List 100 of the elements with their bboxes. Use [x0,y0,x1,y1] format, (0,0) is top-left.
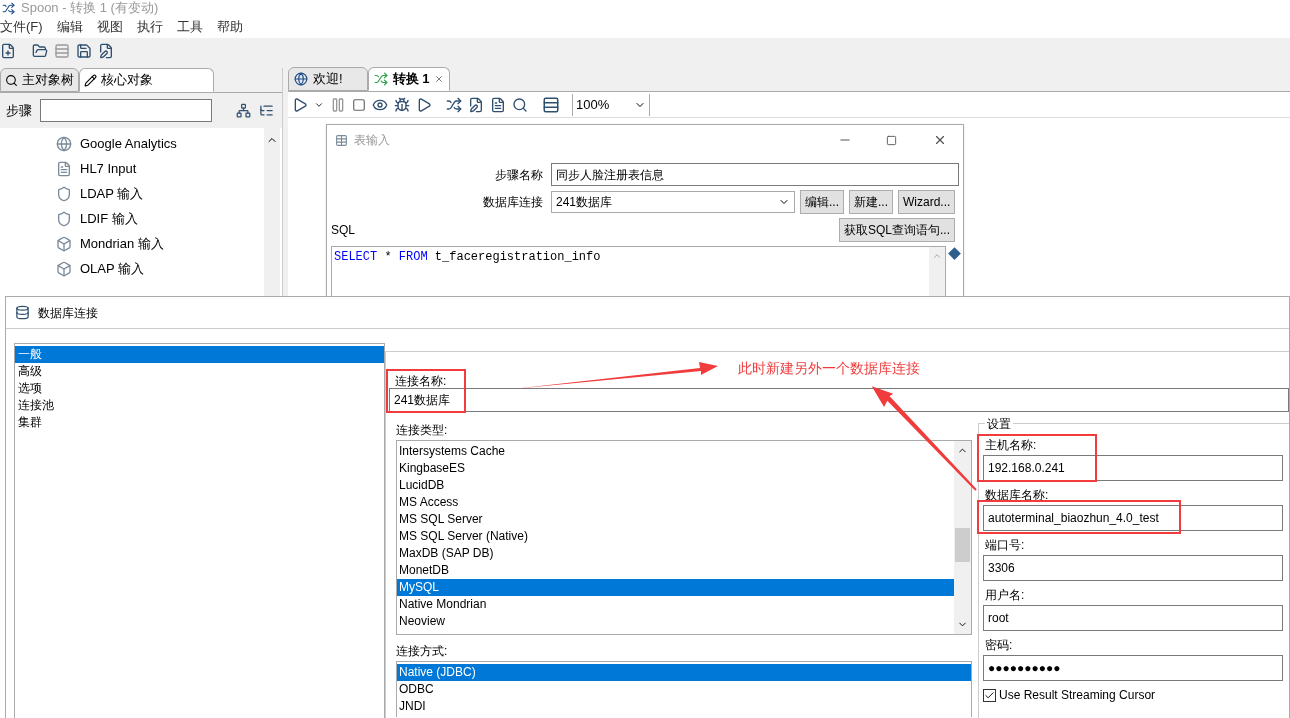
sql-code: SELECT * FROM t_faceregistration_info [334,250,601,264]
type-item[interactable]: MySQL [397,579,954,596]
zoom-select[interactable]: 100% [572,93,650,116]
connection-select[interactable]: 241数据库 [551,191,795,213]
step-item[interactable]: LDAP 输入 [80,183,144,204]
settings-field[interactable]: root [983,605,1283,631]
save-as-icon [98,43,114,59]
type-item[interactable]: Neoview [397,613,954,630]
field-label: 密码: [984,637,1014,654]
checkbox[interactable] [983,688,996,702]
impact-icon [468,96,484,113]
section-item[interactable]: 一般 [15,346,384,363]
search-field[interactable] [40,99,212,122]
sql-icon [490,96,506,113]
menu-item[interactable]: 执行 [136,17,163,37]
access-item[interactable]: Native (JDBC) [397,664,971,681]
check-icon [984,689,995,701]
type-item[interactable]: LucidDB [397,477,954,494]
scrollbar-thumb[interactable] [955,528,970,562]
dialog-button[interactable]: 新建... [849,190,894,214]
section-item[interactable]: 选项 [15,380,384,397]
dialog-title: 数据库连接 [38,304,98,322]
dialog-button[interactable]: 编辑... [800,190,844,214]
panel-tab[interactable]: 主对象树 [0,68,79,92]
explore-db-icon [512,96,528,113]
search-icon [5,73,18,87]
maximize-icon [886,134,897,146]
scroll-up-icon [932,251,943,261]
new-file-icon [0,43,16,59]
checkbox-label: Use Result Streaming Cursor [999,687,1156,704]
type-item[interactable]: MonetDB [397,562,954,579]
settings-field[interactable]: autoterminal_biaozhun_4.0_test [983,505,1283,531]
editor-tab[interactable]: 欢迎! [288,67,368,91]
field-label: 数据库名称: [984,487,1050,504]
get-sql-button[interactable]: 获取SQL查询语句... [839,218,955,242]
cube-icon [56,235,72,252]
list-icon [259,103,274,118]
menu-item[interactable]: 工具 [176,17,203,37]
panel-tab[interactable]: 核心对象 [79,68,214,92]
menu-item[interactable]: 文件(F) [0,17,43,37]
window-title: Spoon - 转换 1 (有变动) [21,1,159,15]
section-item[interactable]: 高级 [15,363,384,380]
step-item[interactable]: LDIF 输入 [80,208,138,229]
editor-tab[interactable]: 转换 1 [367,67,451,91]
menu-item[interactable]: 编辑 [56,17,83,37]
save-icon [76,43,92,59]
close-icon [434,74,445,84]
type-item[interactable]: MS SQL Server (Native) [397,528,954,545]
field-label: 连接类型: [396,422,449,439]
field-label: 用户名: [984,587,1026,604]
access-item[interactable]: ODBC [397,681,971,698]
explore-icon [54,43,70,59]
type-item[interactable]: Native Mondrian [397,596,954,613]
settings-field[interactable]: ●●●●●●●●●● [983,655,1283,681]
type-item[interactable]: Intersystems Cache [397,443,954,460]
dialog-button[interactable]: Wizard... [898,190,956,214]
replay-icon [416,96,432,113]
database-icon [15,305,30,320]
field-label: 连接方式: [396,643,449,660]
step-name-field[interactable]: 同步人脸注册表信息 [551,163,959,186]
sql-label: SQL [331,222,355,239]
field-label: 连接名称: [394,373,447,388]
step-item[interactable]: Mondrian 输入 [80,233,164,254]
type-item[interactable]: MS Access [397,494,954,511]
access-item[interactable]: JNDI [397,698,971,715]
verify-icon [446,96,462,113]
annotation-text: 此时新建另外一个数据库连接 [738,359,920,378]
shield-icon [56,185,72,202]
folder-icon [32,43,48,59]
step-item[interactable]: OLAP 输入 [80,258,145,279]
settings-field[interactable]: 3306 [983,555,1283,581]
menu-item[interactable]: 帮助 [216,17,243,37]
arrows-icon [373,72,388,86]
debug-icon [394,96,410,113]
step-item[interactable]: HL7 Input [80,158,137,179]
scrollbar[interactable] [954,441,971,634]
tree-icon [236,103,251,118]
dialog-title: 表输入 [354,132,390,149]
section-item[interactable]: 连接池 [15,397,384,414]
shield-icon [56,210,72,227]
section-item[interactable]: 集群 [15,414,384,431]
table-icon [335,133,348,147]
field-label: 主机名称: [984,437,1038,454]
type-item[interactable]: MS SQL Server [397,511,954,528]
pencil-icon [84,73,97,87]
connection-name-field[interactable]: 241数据库 [389,388,1289,412]
field-label: 端口号: [984,537,1026,554]
settings-field[interactable]: 192.168.0.241 [983,455,1283,481]
stop-icon [352,97,366,112]
step-item[interactable]: Google Analytics [80,133,177,154]
variable-icon [948,247,961,260]
field-label: 步骤名称 [494,166,543,184]
globe-icon [56,135,72,152]
field-label: 数据库连接 [482,194,543,211]
group-title: 设置 [985,415,1013,433]
cube-icon [56,260,72,277]
run-icon [292,96,308,113]
menu-item[interactable]: 视图 [96,17,123,37]
type-item[interactable]: MaxDB (SAP DB) [397,545,954,562]
type-item[interactable]: KingbaseES [397,460,954,477]
